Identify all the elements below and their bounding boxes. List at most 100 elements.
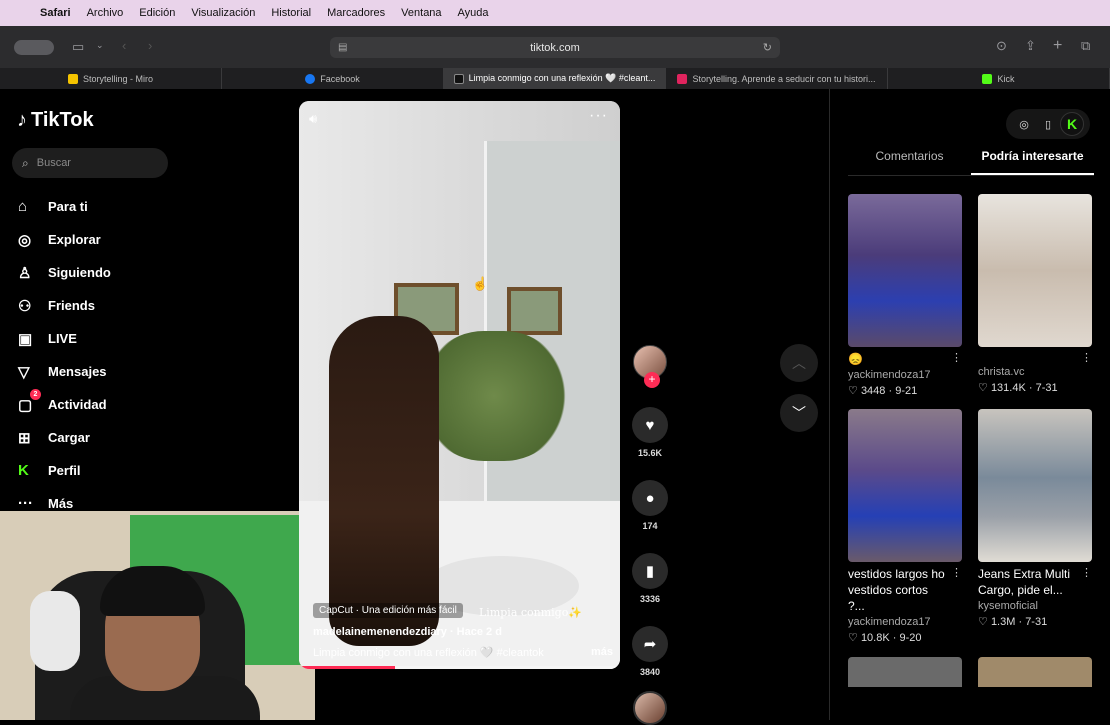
kebab-icon[interactable]: ⋮ [1081,566,1092,598]
tab-overview-icon[interactable]: ⧉ [1081,38,1090,54]
user-follow-icon: ♙ [18,264,32,282]
menu-edicion[interactable]: Edición [139,7,175,19]
card-title: 😞 [848,352,863,366]
search-input[interactable]: ⌕ Buscar [12,148,168,178]
capcut-tag[interactable]: CapCut · Una edición más fácil [313,603,463,618]
sidebar-nav: ⌂ Para ti ◎ Explorar ♙ Siguiendo ⚇ Friends ▣… [18,190,111,520]
kick-profile-icon[interactable]: K [1060,112,1084,136]
menu-visualizacion[interactable]: Visualización [191,7,255,19]
video-thumbnail[interactable] [978,409,1092,562]
kebab-icon[interactable]: ⋮ [951,351,962,367]
tab-label: Facebook [320,73,360,84]
more-link[interactable]: más [591,646,613,659]
nav-para-ti[interactable]: ⌂ Para ti [18,190,111,223]
address-bar[interactable]: ▤ tiktok.com ↻ [330,37,780,58]
card-user[interactable]: kysemoficial [978,600,1092,612]
download-icon[interactable]: ⊙ [996,38,1007,54]
nav-mensajes[interactable]: ▽ Mensajes [18,355,111,388]
page-settings-icon[interactable]: ▤ [338,42,347,53]
card-date: 7-31 [1035,382,1058,394]
video-card[interactable]: 😞 ⋮ yackimendoza17 ♡ 3448 · 9-21 [848,194,962,397]
video-thumbnail[interactable] [978,657,1092,687]
nav-explorar[interactable]: ◎ Explorar [18,223,111,256]
card-title: vestidos largos ho vestidos cortos ?... [848,567,945,613]
follow-plus-icon[interactable]: + [644,372,660,388]
menu-ayuda[interactable]: Ayuda [458,7,489,19]
video-author-row: madelainemenendezdiary · Hace 2 d [313,626,613,638]
card-user[interactable]: christa.vc [978,366,1092,378]
compass-icon[interactable]: ◎ [1012,112,1036,136]
volume-icon[interactable]: 🔊︎ [309,111,317,127]
live-icon: ▣ [18,330,33,348]
tab-comentarios[interactable]: Comentarios [848,149,971,175]
tiktok-logo[interactable]: ♪ TikTok [17,109,94,132]
menu-historial[interactable]: Historial [271,7,311,19]
heart-outline-icon: ♡ [978,616,988,628]
kebab-icon[interactable]: ⋮ [1081,351,1092,364]
video-thumbnail[interactable] [848,657,962,687]
video-thumbnail[interactable] [848,194,962,347]
tab-tiktok[interactable]: Limpia conmigo con una reflexión 🤍 #clea… [444,68,666,89]
tab-kick[interactable]: Kick [888,68,1110,89]
card-user[interactable]: yackimendoza17 [848,369,962,381]
tab-label: Kick [997,73,1015,84]
comment-icon[interactable]: ● [632,480,668,516]
bookmark-icon[interactable]: ▮ [632,553,668,589]
tab-storytelling[interactable]: Storytelling. Aprende a seducir con tu h… [666,68,888,89]
new-tab-icon[interactable]: + [1053,37,1062,55]
menu-app-safari[interactable]: Safari [40,7,71,19]
video-card[interactable]: ⋮ christa.vc ♡ 131.4K · 7-31 [978,194,1092,397]
heart-outline-icon: ♡ [848,385,858,397]
nav-live[interactable]: ▣ LIVE [18,322,111,355]
reload-icon[interactable]: ↻ [763,41,772,54]
video-player[interactable]: 🔊︎ ··· Limpia conmigo✨ CapCut · Una edic… [299,101,620,669]
video-thumbnail[interactable] [848,409,962,562]
chevron-down-icon[interactable]: ﹀ [780,394,818,432]
menu-ventana[interactable]: Ventana [401,7,441,19]
tab-miro[interactable]: Storytelling - Miro [0,68,222,89]
card-title-row: 😞 ⋮ [848,351,962,367]
nav-cargar[interactable]: ⊞ Cargar [18,421,111,454]
chevron-up-icon[interactable]: ︿ [780,344,818,382]
phone-icon[interactable]: ▯ [1036,112,1060,136]
like-action[interactable]: ♥ 15.6K [632,407,668,458]
video-thumbnail[interactable] [978,194,1092,347]
card-user[interactable]: yackimendoza17 [848,616,962,628]
author-name[interactable]: madelainemenendezdiary [313,626,447,638]
chevron-down-icon[interactable]: ⌄ [96,40,104,51]
share-action[interactable]: ➦ 3840 [632,626,668,677]
back-icon[interactable]: ‹ [122,38,126,53]
kebab-icon[interactable]: ⋮ [951,566,962,614]
tab-group-pill[interactable] [14,40,54,55]
tiktok-page: ♪ TikTok ⌕ Buscar ⌂ Para ti ◎ Explorar ♙ Si… [0,89,1110,725]
tiktok-icon [453,73,464,84]
menu-marcadores[interactable]: Marcadores [327,7,385,19]
more-options-icon[interactable]: ··· [589,107,608,125]
video-plant [419,331,569,461]
forward-icon[interactable]: › [148,38,152,53]
heart-icon[interactable]: ♥ [632,407,668,443]
nav-friends[interactable]: ⚇ Friends [18,289,111,322]
video-description: Limpia conmigo con una reflexión 🤍 #clea… [313,647,544,659]
share-icon[interactable]: ⇪ [1025,38,1036,54]
tab-facebook[interactable]: Facebook [222,68,444,89]
video-progress-bar[interactable] [299,666,620,669]
nav-actividad[interactable]: ▢ 2 Actividad [18,388,111,421]
save-action[interactable]: ▮ 3336 [632,553,668,604]
card-date: 7-31 [1025,616,1048,628]
menu-archivo[interactable]: Archivo [87,7,124,19]
sidebar-toggle-icon[interactable]: ▭ [72,39,84,55]
comment-action[interactable]: ● 174 [632,480,668,531]
tab-podria-interesarte[interactable]: Podría interesarte [971,149,1094,175]
heart-outline-icon: ♡ [978,382,988,394]
creator-avatar[interactable]: + [633,345,667,388]
video-card[interactable]: Jeans Extra Multi Cargo, pide el... ⋮ kys… [978,409,1092,644]
logo-text: TikTok [31,109,94,131]
share-arrow-icon[interactable]: ➦ [632,626,668,662]
tiktok-note-icon: ♪ [17,109,27,131]
nav-siguiendo[interactable]: ♙ Siguiendo [18,256,111,289]
card-date: 9-20 [899,632,922,644]
video-card[interactable]: vestidos largos ho vestidos cortos ?... ⋮… [848,409,962,644]
card-likes: 131.4K [990,382,1026,394]
nav-perfil[interactable]: K Perfil [18,454,111,487]
